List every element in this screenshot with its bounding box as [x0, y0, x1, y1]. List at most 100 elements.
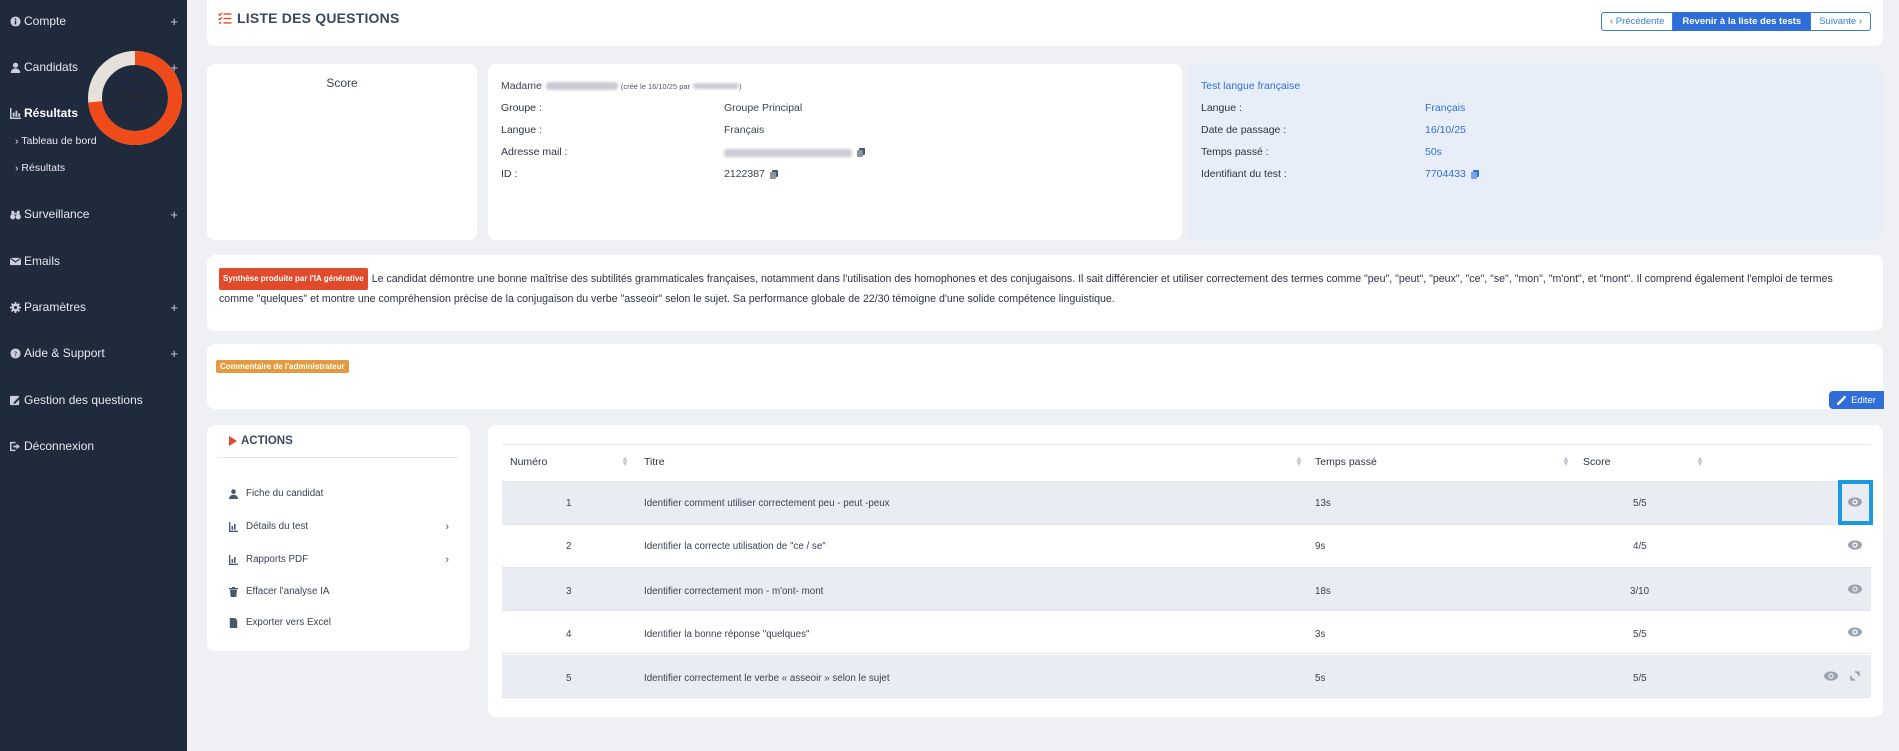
cell-number: 3 [566, 586, 572, 597]
ai-synthesis: Synthèse produite par l'IA générative Le … [219, 268, 1869, 308]
candidate-id-text: 2122387 [724, 168, 765, 180]
trash-icon [229, 586, 239, 597]
action-test-details[interactable]: Détails du test › [229, 521, 449, 533]
previous-button[interactable]: ‹ Précédente [1601, 12, 1674, 31]
col-header-temps[interactable]: Temps passé [1315, 456, 1377, 468]
email-blurred [724, 148, 852, 157]
sidebar-item-surveillance[interactable]: Surveillance + [9, 204, 178, 224]
mail-icon [9, 255, 21, 267]
cell-score: 4/5 [1633, 541, 1647, 552]
sidebar-item-label: Surveillance [24, 207, 90, 221]
page-title-text: LISTE DES QUESTIONS [237, 10, 400, 26]
actions-title: ACTIONS [229, 435, 293, 447]
candidate-group-value: Groupe Principal [724, 102, 803, 114]
admin-comment-card [207, 344, 1883, 409]
action-candidate-sheet[interactable]: Fiche du candidat [229, 488, 449, 499]
cell-title: Identifier la correcte utilisation de "c… [644, 541, 826, 552]
score-title: Score [326, 76, 358, 90]
test-id-text: 7704433 [1425, 168, 1466, 180]
eye-icon[interactable] [1848, 627, 1862, 637]
file-icon [229, 617, 239, 628]
edit-icon [9, 394, 21, 406]
sort-icon[interactable]: ▲ ▼ [1696, 455, 1704, 468]
user-icon [229, 488, 239, 499]
cell-title: Identifier correctement mon - m'ont- mon… [644, 586, 824, 597]
action-pdf-reports[interactable]: Rapports PDF › [229, 554, 449, 566]
sort-icon[interactable]: ▲ ▼ [621, 455, 629, 468]
action-clear-ai-analysis[interactable]: Effacer l'analyse IA [229, 586, 449, 597]
candidate-name: Madame (créé le 16/10/25 par ) [501, 80, 745, 92]
sidebar-item-aide-support[interactable]: ? Aide & Support + [9, 343, 178, 363]
col-header-score[interactable]: Score [1583, 456, 1610, 468]
copy-icon[interactable] [769, 169, 778, 179]
test-language-value: Français [1425, 102, 1466, 114]
selection-highlight [1838, 480, 1873, 525]
cell-title: Identifier comment utiliser correctement… [644, 498, 890, 509]
help-icon: ? [9, 347, 21, 359]
sidebar-item-emails[interactable]: Emails [9, 251, 178, 271]
cell-time: 3s [1315, 629, 1326, 640]
sidebar-item-label: Compte [24, 14, 67, 28]
expand-icon[interactable]: + [170, 300, 178, 315]
eye-icon[interactable] [1824, 671, 1838, 681]
refresh-icon[interactable] [1849, 670, 1861, 682]
logout-icon [9, 440, 21, 452]
cell-number: 5 [566, 673, 572, 684]
sidebar-item-label: Gestion des questions [24, 393, 143, 407]
pager: ‹ Précédente Revenir à la liste des test… [1601, 12, 1871, 31]
copy-icon[interactable] [1470, 169, 1479, 179]
next-button[interactable]: Suivante › [1810, 12, 1871, 31]
pencil-icon [1837, 395, 1847, 405]
test-date-label: Date de passage : [1201, 124, 1287, 136]
cell-title: Identifier correctement le verbe « asseo… [644, 673, 890, 684]
sidebar-item-compte[interactable]: Compte + [9, 11, 178, 31]
cell-time: 13s [1315, 498, 1331, 509]
eye-icon[interactable] [1848, 540, 1862, 550]
expand-icon[interactable]: + [170, 207, 178, 222]
action-label: Fiche du candidat [246, 488, 324, 499]
chevron-right-icon[interactable]: › [445, 554, 449, 566]
chevron-right-icon[interactable]: › [445, 521, 449, 533]
col-header-numero[interactable]: Numéro [510, 456, 547, 468]
table-header [502, 444, 1871, 482]
action-label: Rapports PDF [246, 554, 309, 565]
sidebar-subitem-resultats[interactable]: › Résultats [15, 162, 65, 174]
test-date-value: 16/10/25 [1425, 124, 1466, 136]
candidate-language-label: Langue : [501, 124, 542, 136]
sidebar-item-gestion-questions[interactable]: Gestion des questions [9, 390, 178, 410]
edit-button[interactable]: Editer [1829, 391, 1884, 409]
sidebar-item-label: Déconnexion [24, 439, 95, 453]
cell-score: 5/5 [1633, 498, 1647, 509]
copy-icon[interactable] [857, 148, 865, 157]
test-id-label: Identifiant du test : [1201, 168, 1287, 180]
action-export-excel[interactable]: Exporter vers Excel [229, 617, 449, 628]
gear-icon [9, 301, 21, 313]
cell-title: Identifier la bonne réponse "quelques" [644, 629, 810, 640]
candidate-created-end: ) [739, 81, 742, 91]
sort-icon[interactable]: ▲ ▼ [1562, 455, 1570, 468]
action-label: Exporter vers Excel [246, 617, 331, 628]
sidebar-item-parametres[interactable]: Paramètres + [9, 297, 178, 317]
back-to-tests-button[interactable]: Revenir à la liste des tests [1673, 12, 1811, 31]
sidebar-item-deconnexion[interactable]: Déconnexion [9, 436, 178, 456]
binoculars-icon [9, 208, 21, 220]
col-header-titre[interactable]: Titre [644, 456, 665, 468]
sort-icon[interactable]: ▲ ▼ [1295, 455, 1303, 468]
expand-icon[interactable]: + [170, 346, 178, 361]
expand-icon[interactable]: + [170, 14, 178, 29]
page-title: LISTE DES QUESTIONS [218, 10, 400, 26]
candidate-group-label: Groupe : [501, 102, 542, 114]
cell-time: 18s [1315, 586, 1331, 597]
candidate-salutation: Madame [501, 80, 542, 92]
cell-time: 9s [1315, 541, 1326, 552]
cell-number: 2 [566, 541, 572, 552]
edit-button-label: Editer [1851, 394, 1876, 406]
play-icon [229, 436, 237, 446]
candidate-created: (créé le 16/10/25 par [620, 81, 691, 91]
chart-icon [229, 521, 239, 532]
svg-text:?: ? [13, 349, 17, 358]
test-title[interactable]: Test langue française [1201, 80, 1300, 92]
info-icon [9, 15, 21, 27]
eye-icon[interactable] [1848, 584, 1862, 594]
cell-score: 5/5 [1633, 673, 1647, 684]
